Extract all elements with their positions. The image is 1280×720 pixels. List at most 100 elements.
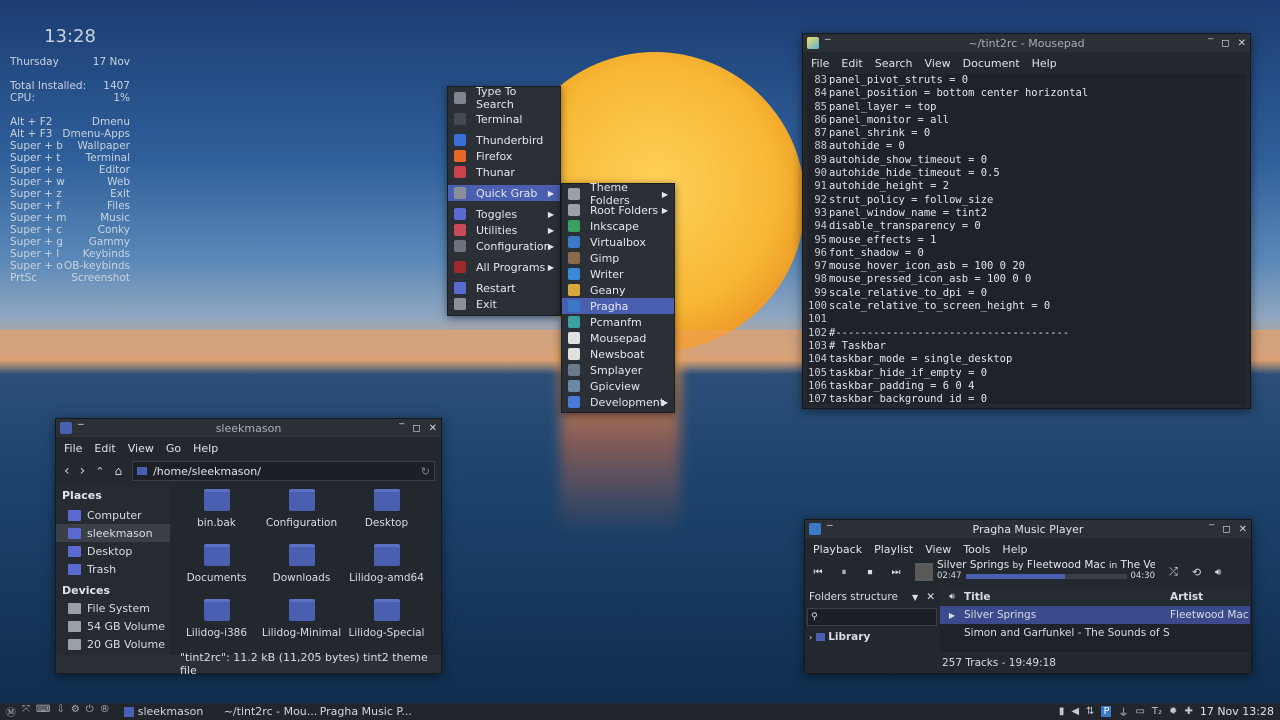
- scale-launcher-icon[interactable]: ⤧: [22, 704, 30, 719]
- menu-search[interactable]: Search: [869, 57, 919, 70]
- file-item[interactable]: bin.bak: [174, 485, 259, 540]
- library-label[interactable]: Library: [828, 631, 870, 643]
- sidebar-item[interactable]: 54 GB Volume: [56, 617, 170, 635]
- file-item[interactable]: Lilidog-i386: [174, 595, 259, 650]
- close-button[interactable]: ✕: [429, 423, 437, 434]
- battery-tray-icon[interactable]: ▭: [1135, 706, 1144, 717]
- minimize-button[interactable]: ‾: [399, 423, 404, 434]
- menu-item-terminal[interactable]: Terminal: [448, 111, 560, 127]
- submenu-item-pcmanfm[interactable]: Pcmanfm: [562, 314, 674, 330]
- menu-tools[interactable]: Tools: [957, 543, 996, 556]
- filemanager-titlebar[interactable]: ‾ sleekmason ‾ ◻ ✕: [56, 419, 441, 437]
- power-launcher-icon[interactable]: ⏻: [86, 704, 94, 719]
- menu-view[interactable]: View: [919, 57, 957, 70]
- menu-go[interactable]: Go: [160, 442, 187, 455]
- menu-item-utilities[interactable]: Utilities ▶: [448, 222, 560, 238]
- folders-structure-select[interactable]: Folders structure: [809, 591, 898, 603]
- registered-launcher-icon[interactable]: ®: [100, 704, 110, 719]
- menu-help[interactable]: Help: [996, 543, 1033, 556]
- playlist-row[interactable]: Simon and Garfunkel - The Sounds of Sile…: [940, 624, 1250, 642]
- pragha-tray-icon[interactable]: P: [1101, 706, 1112, 717]
- playlist-row[interactable]: ▶ Silver Springs Fleetwood Mac: [940, 606, 1250, 624]
- menu-file[interactable]: File: [805, 57, 835, 70]
- forward-icon[interactable]: ›: [80, 463, 86, 479]
- maximize-button[interactable]: ◻: [1222, 524, 1230, 535]
- menu-item-thunderbird[interactable]: Thunderbird: [448, 132, 560, 148]
- submenu-item-inkscape[interactable]: Inkscape: [562, 218, 674, 234]
- close-pane-icon[interactable]: ✕: [926, 591, 935, 603]
- sidebar-item[interactable]: 20 GB Volume: [56, 635, 170, 653]
- submenu-item-smplayer[interactable]: Smplayer: [562, 362, 674, 378]
- repeat-icon[interactable]: ⟲: [1192, 566, 1201, 579]
- maximize-button[interactable]: ◻: [412, 423, 420, 434]
- menu-item-type-to-search[interactable]: Type To Search: [448, 85, 560, 111]
- clock[interactable]: 17 Nov 13:28: [1200, 705, 1274, 718]
- maximize-button[interactable]: ◻: [1221, 38, 1229, 49]
- col-artist[interactable]: Artist: [1170, 591, 1203, 603]
- submenu-item-root-folders[interactable]: Root Folders ▶: [562, 202, 674, 218]
- back-icon[interactable]: ‹: [64, 463, 70, 479]
- volume-tray-icon[interactable]: ◀: [1071, 706, 1079, 717]
- menu-item-exit[interactable]: Exit: [448, 296, 560, 312]
- file-item[interactable]: Downloads: [259, 540, 344, 595]
- minimize-button[interactable]: ‾: [1208, 38, 1213, 49]
- menu-view[interactable]: View: [919, 543, 957, 556]
- submenu-item-gpicview[interactable]: Gpicview: [562, 378, 674, 394]
- expander-icon[interactable]: ›: [809, 633, 812, 642]
- keyboard-launcher-icon[interactable]: ⌨: [36, 704, 50, 719]
- pause-button[interactable]: ⏸: [831, 567, 857, 578]
- taskbar-task[interactable]: sleekmason: [123, 705, 218, 718]
- next-button[interactable]: ⏭: [883, 567, 909, 578]
- menu-edit[interactable]: Edit: [835, 57, 868, 70]
- menu-help[interactable]: Help: [1026, 57, 1063, 70]
- sidebar-item[interactable]: sleekmason: [56, 524, 170, 542]
- submenu-item-mousepad[interactable]: Mousepad: [562, 330, 674, 346]
- file-item[interactable]: Configuration: [259, 485, 344, 540]
- menu-playlist[interactable]: Playlist: [868, 543, 919, 556]
- close-button[interactable]: ✕: [1238, 38, 1246, 49]
- sidebar-item[interactable]: Computer: [56, 506, 170, 524]
- menu-item-thunar[interactable]: Thunar: [448, 164, 560, 180]
- menu-item-firefox[interactable]: Firefox: [448, 148, 560, 164]
- path-bar[interactable]: /home/sleekmason/ ↻: [132, 461, 435, 481]
- file-item[interactable]: Lilidog-Special: [344, 595, 429, 650]
- submenu-item-theme-folders[interactable]: Theme Folders ▶: [562, 181, 674, 207]
- submenu-item-virtualbox[interactable]: Virtualbox: [562, 234, 674, 250]
- shuffle-icon[interactable]: ⤮: [1169, 565, 1178, 579]
- network-tray-icon[interactable]: ⇅: [1086, 706, 1094, 717]
- pragha-titlebar[interactable]: ‾ Pragha Music Player ‾ ◻ ✕: [805, 520, 1251, 538]
- minimize-button[interactable]: ‾: [1209, 524, 1214, 535]
- signal-icon[interactable]: ▮: [1059, 706, 1065, 717]
- menu-item-toggles[interactable]: Toggles ▶: [448, 206, 560, 222]
- submenu-item-writer[interactable]: Writer: [562, 266, 674, 282]
- stop-button[interactable]: ⏹: [857, 567, 883, 578]
- menu-item-restart[interactable]: Restart: [448, 280, 560, 296]
- download-launcher-icon[interactable]: ⇩: [56, 704, 64, 719]
- previous-button[interactable]: ⏮: [805, 567, 831, 578]
- menu-file[interactable]: File: [58, 442, 88, 455]
- file-item[interactable]: Lilidog-amd64: [344, 540, 429, 595]
- volume-icon[interactable]: 🔊︎: [1215, 567, 1221, 578]
- sidebar-item[interactable]: Desktop: [56, 542, 170, 560]
- home-icon[interactable]: ⌂: [114, 464, 122, 478]
- submenu-item-pragha[interactable]: Pragha: [562, 298, 674, 314]
- library-search-input[interactable]: ⚲: [807, 608, 937, 626]
- up-icon[interactable]: ⌃: [95, 465, 104, 478]
- sidebar-item[interactable]: File System: [56, 599, 170, 617]
- sidebar-item[interactable]: Trash: [56, 560, 170, 578]
- menu-edit[interactable]: Edit: [88, 442, 121, 455]
- col-title[interactable]: Title: [964, 591, 1170, 603]
- menu-document[interactable]: Document: [957, 57, 1026, 70]
- reload-icon[interactable]: ↻: [421, 465, 430, 478]
- submenu-item-newsboat[interactable]: Newsboat: [562, 346, 674, 362]
- menu-launcher-icon[interactable]: Ⓜ: [6, 704, 16, 719]
- usb-tray-icon[interactable]: ⏚: [1118, 704, 1128, 719]
- submenu-item-development[interactable]: Development ▶: [562, 394, 674, 410]
- menu-playback[interactable]: Playback: [807, 543, 868, 556]
- file-item[interactable]: Documents: [174, 540, 259, 595]
- menu-view[interactable]: View: [122, 442, 160, 455]
- plus-tray-icon[interactable]: ✚: [1184, 706, 1192, 717]
- file-item[interactable]: Desktop: [344, 485, 429, 540]
- menu-help[interactable]: Help: [187, 442, 224, 455]
- close-button[interactable]: ✕: [1239, 524, 1247, 535]
